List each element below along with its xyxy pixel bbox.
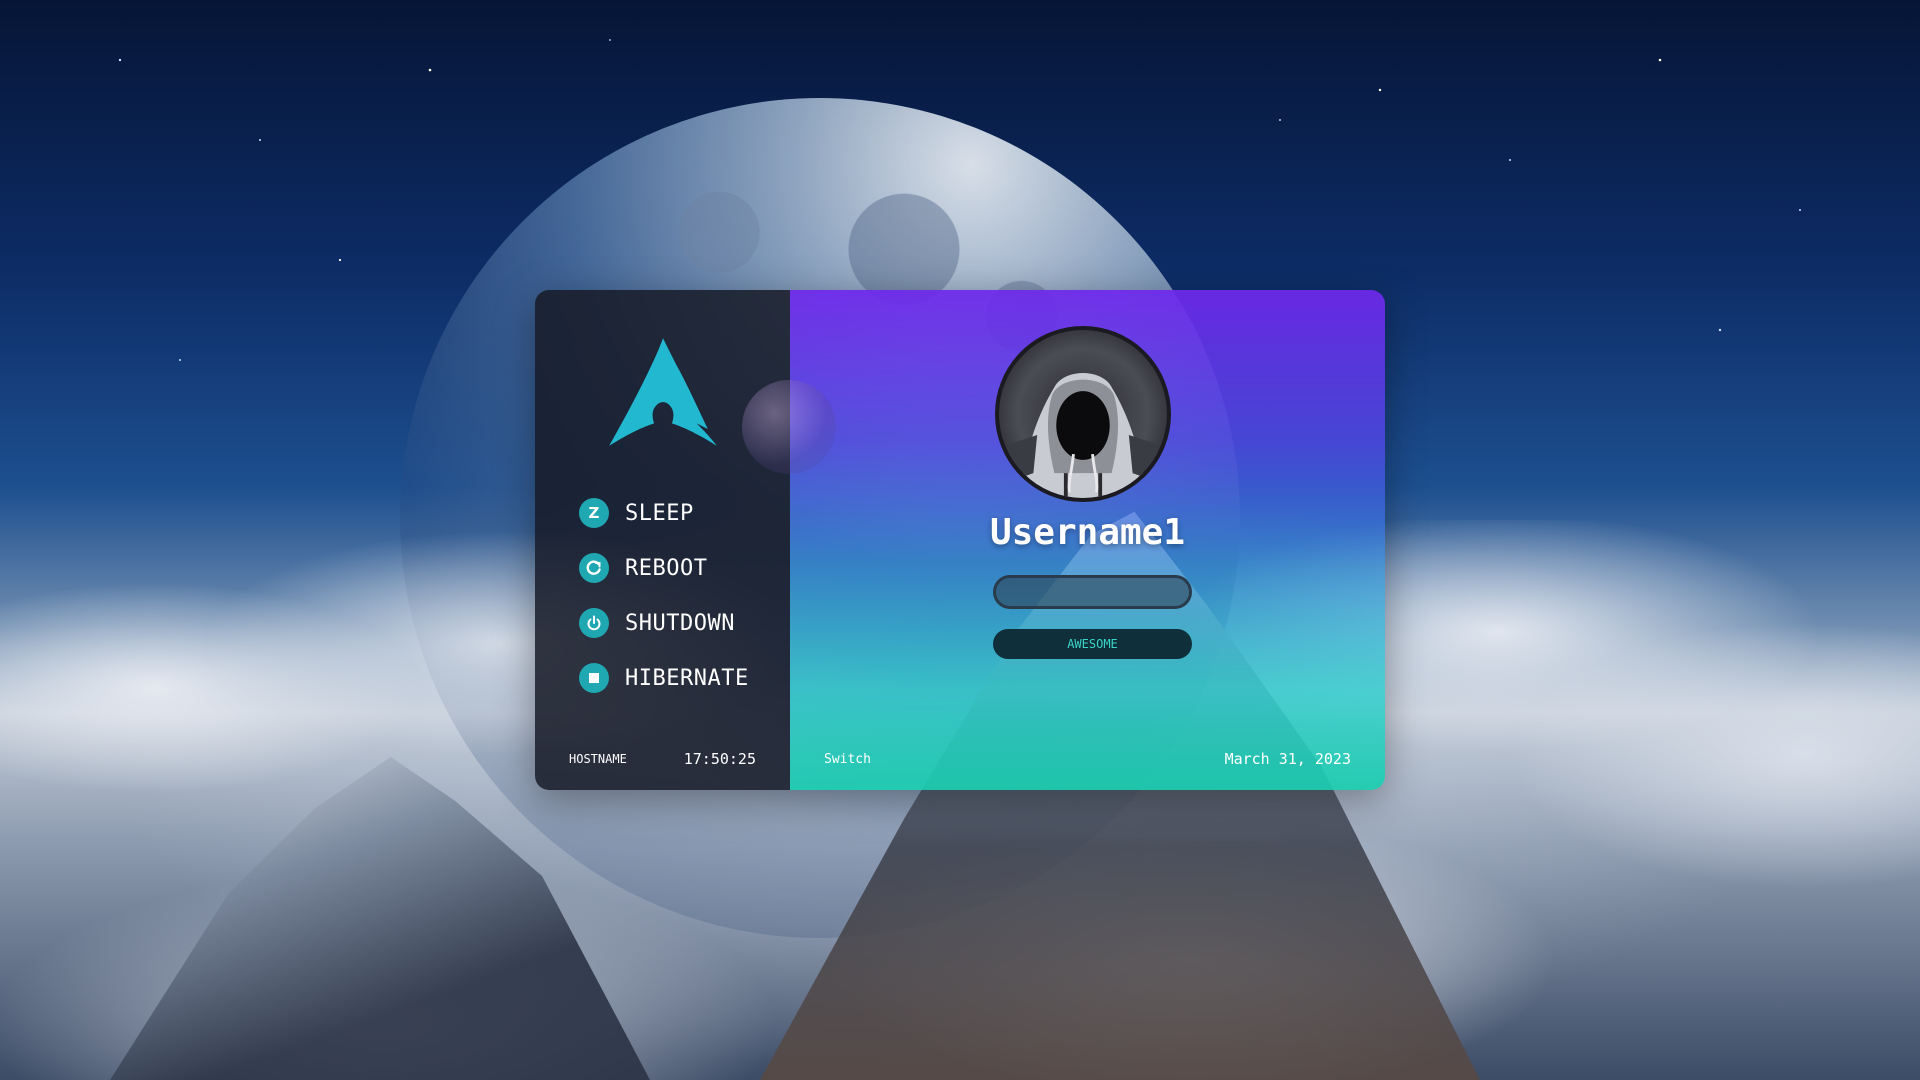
hostname-label: HOSTNAME: [569, 752, 627, 766]
power-icon: [579, 608, 609, 638]
panel-footer: Switch March 31, 2023: [824, 750, 1351, 768]
sleep-button[interactable]: Z SLEEP: [579, 498, 749, 528]
password-field[interactable]: [993, 575, 1192, 609]
arch-logo-icon: [609, 338, 717, 446]
login-panel: Username1 AWESOME Switch March 31, 2023: [742, 290, 1385, 790]
power-sidebar: Z SLEEP REBOOT SHUTDOWN HIBERNATE HOSTNA…: [535, 290, 790, 790]
session-selector-button[interactable]: AWESOME: [993, 629, 1192, 659]
power-menu: Z SLEEP REBOOT SHUTDOWN HIBERNATE: [579, 498, 749, 718]
shutdown-label: SHUTDOWN: [625, 610, 735, 636]
sleep-icon: Z: [579, 498, 609, 528]
hibernate-label: HIBERNATE: [625, 665, 749, 691]
sidebar-footer: HOSTNAME 17:50:25: [569, 750, 756, 768]
small-moon-decoration: [742, 380, 836, 474]
avatar: [995, 326, 1171, 502]
hooded-figure-icon: [1006, 372, 1160, 498]
login-card: Z SLEEP REBOOT SHUTDOWN HIBERNATE HOSTNA…: [535, 290, 1385, 790]
sleep-label: SLEEP: [625, 500, 694, 526]
switch-user-link[interactable]: Switch: [824, 752, 871, 767]
reboot-label: REBOOT: [625, 555, 708, 581]
username: Username1: [989, 512, 1186, 553]
hibernate-icon: [579, 663, 609, 693]
shutdown-button[interactable]: SHUTDOWN: [579, 608, 749, 638]
hibernate-button[interactable]: HIBERNATE: [579, 663, 749, 693]
clock: 17:50:25: [683, 750, 756, 768]
date-label: March 31, 2023: [1224, 750, 1351, 768]
reboot-icon: [579, 553, 609, 583]
reboot-button[interactable]: REBOOT: [579, 553, 749, 583]
